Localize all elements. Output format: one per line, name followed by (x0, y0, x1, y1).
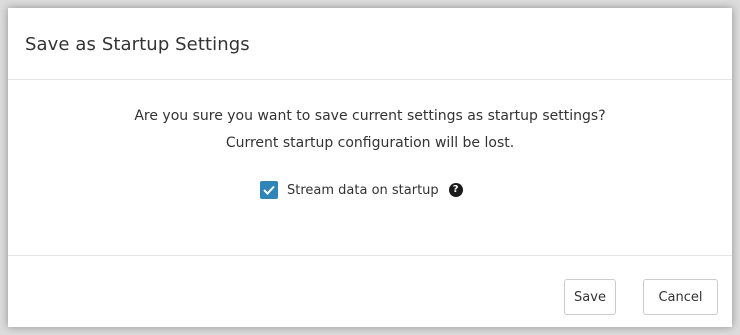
dialog-title: Save as Startup Settings (25, 34, 250, 55)
dialog-footer: Save Cancel (8, 256, 732, 327)
dialog-body: Are you sure you want to save current se… (8, 80, 732, 256)
confirmation-message: Are you sure you want to save current se… (134, 108, 606, 124)
dialog-header: Save as Startup Settings (8, 8, 732, 80)
checkmark-icon (263, 185, 275, 195)
question-circle-icon[interactable]: ? (448, 183, 463, 197)
stream-data-checkbox[interactable] (260, 181, 278, 199)
save-button[interactable]: Save (564, 279, 616, 315)
save-startup-settings-dialog: Save as Startup Settings Are you sure yo… (8, 8, 732, 327)
cancel-button[interactable]: Cancel (643, 279, 718, 315)
stream-data-checkbox-row[interactable]: Stream data on startup ? (260, 178, 463, 202)
warning-message: Current startup configuration will be lo… (225, 135, 515, 151)
stream-data-label[interactable]: Stream data on startup (287, 183, 439, 198)
